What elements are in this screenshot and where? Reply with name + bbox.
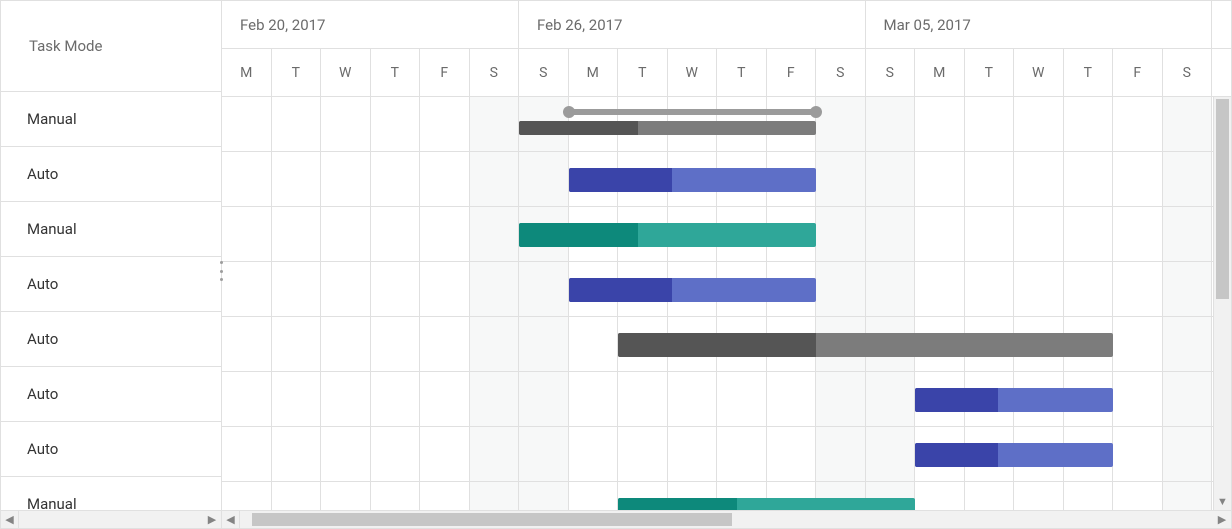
task-mode-cell[interactable]: Manual (1, 202, 221, 257)
taskbar[interactable] (915, 388, 1113, 412)
scroll-down-icon[interactable]: ▼ (1214, 492, 1231, 510)
scroll-right-icon[interactable]: ▶ (1213, 511, 1231, 528)
summary-connector (569, 109, 817, 115)
summary-taskbar[interactable] (618, 333, 1113, 357)
summary-endpoint-icon (563, 106, 575, 118)
vertical-scroll-thumb[interactable] (1216, 99, 1229, 299)
scroll-left-icon[interactable]: ◀ (222, 511, 240, 528)
timeline-day-cell[interactable]: M (222, 49, 272, 97)
scroll-left-icon[interactable]: ◀ (1, 511, 19, 528)
left-panel: Task Mode ManualAutoManualAutoAutoAutoAu… (1, 1, 222, 528)
timeline-day-cell[interactable]: M (569, 49, 619, 97)
timeline-day-cell[interactable]: W (668, 49, 718, 97)
scroll-right-icon[interactable]: ▶ (203, 511, 221, 528)
taskbar[interactable] (915, 443, 1113, 467)
timeline-week-cell[interactable]: Mar 05, 2017 (866, 1, 1213, 48)
task-mode-cell[interactable]: Auto (1, 257, 221, 312)
task-progress (915, 388, 998, 412)
timeline-week-row: Feb 20, 2017Feb 26, 2017Mar 05, 2017 (222, 1, 1231, 49)
timeline-week-cell[interactable]: Feb 26, 2017 (519, 1, 866, 48)
timeline-day-cell[interactable]: T (1064, 49, 1114, 97)
task-progress (618, 498, 737, 511)
summary-endpoint-icon (810, 106, 822, 118)
timeline-day-cell[interactable]: S (519, 49, 569, 97)
left-column-header-label: Task Mode (29, 37, 102, 55)
splitter-handle[interactable] (217, 261, 225, 281)
timeline-day-cell[interactable]: S (816, 49, 866, 97)
vertical-scrollbar[interactable]: ▲ ▼ (1213, 97, 1231, 510)
timeline-day-cell[interactable]: T (371, 49, 421, 97)
timeline-day-cell[interactable]: F (1113, 49, 1163, 97)
left-column-header[interactable]: Task Mode (1, 1, 221, 92)
task-mode-cell[interactable]: Manual (1, 477, 221, 510)
task-mode-cell[interactable]: Manual (1, 92, 221, 147)
task-mode-cell[interactable]: Auto (1, 422, 221, 477)
timeline-day-cell[interactable]: T (618, 49, 668, 97)
timeline-body[interactable] (222, 97, 1231, 510)
left-horizontal-scrollbar[interactable]: ◀ ▶ (1, 510, 221, 528)
timeline-day-cell[interactable]: W (321, 49, 371, 97)
timeline-header: Feb 20, 2017Feb 26, 2017Mar 05, 2017 MTW… (222, 1, 1231, 97)
timeline-day-cell[interactable]: W (1014, 49, 1064, 97)
taskbar[interactable] (618, 498, 915, 511)
task-progress (519, 121, 638, 135)
taskbar[interactable] (569, 168, 817, 192)
timeline-week-cell[interactable]: Feb 20, 2017 (222, 1, 519, 48)
timeline-day-cell[interactable]: T (965, 49, 1015, 97)
taskbar[interactable] (569, 278, 817, 302)
timeline-day-cell[interactable]: T (272, 49, 322, 97)
timeline-day-cell[interactable]: M (915, 49, 965, 97)
right-panel: Feb 20, 2017Feb 26, 2017Mar 05, 2017 MTW… (222, 1, 1231, 528)
timeline-day-cell[interactable]: S (866, 49, 916, 97)
task-progress (569, 278, 673, 302)
timeline-day-cell[interactable]: S (1163, 49, 1213, 97)
timeline-day-cell[interactable]: S (470, 49, 520, 97)
task-progress (915, 443, 998, 467)
timeline-day-cell[interactable]: T (717, 49, 767, 97)
summary-taskbar[interactable] (519, 121, 816, 135)
timeline-day-cell[interactable]: F (420, 49, 470, 97)
task-mode-cell[interactable]: Auto (1, 312, 221, 367)
task-progress (519, 223, 638, 247)
task-progress (618, 333, 816, 357)
task-progress (569, 168, 673, 192)
left-body: ManualAutoManualAutoAutoAutoAutoManual (1, 92, 221, 510)
horizontal-scroll-thumb[interactable] (252, 513, 732, 526)
task-mode-cell[interactable]: Auto (1, 147, 221, 202)
right-horizontal-scrollbar[interactable]: ◀ ▶ (222, 510, 1231, 528)
timeline-day-row: MTWTFSSMTWTFSSMTWTFS (222, 49, 1231, 97)
task-mode-cell[interactable]: Auto (1, 367, 221, 422)
gantt-container: Task Mode ManualAutoManualAutoAutoAutoAu… (0, 0, 1232, 529)
taskbar[interactable] (519, 223, 816, 247)
timeline-day-cell[interactable]: F (767, 49, 817, 97)
